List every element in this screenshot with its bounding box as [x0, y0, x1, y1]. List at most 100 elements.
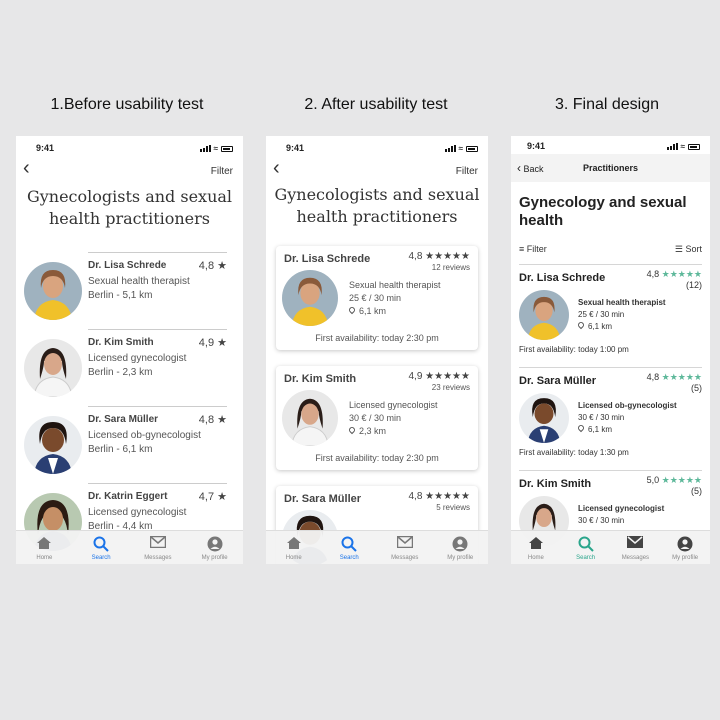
- specialty: Sexual health therapist: [578, 298, 666, 307]
- rating: 4,8 ★: [198, 414, 227, 426]
- tab-home[interactable]: Home: [266, 531, 322, 564]
- home-icon: [37, 537, 52, 549]
- price: 25 € / 30 min: [349, 293, 402, 303]
- tab-messages[interactable]: Messages: [377, 531, 433, 564]
- tab-profile[interactable]: My profile: [433, 531, 489, 564]
- avatar: [519, 393, 569, 443]
- tab-profile[interactable]: My profile: [186, 531, 243, 564]
- divider: [88, 483, 227, 484]
- sort-button[interactable]: ☰ Sort: [675, 244, 702, 255]
- filter-button[interactable]: Filter: [211, 166, 233, 177]
- review-count: 5 reviews: [436, 503, 470, 512]
- back-chevron-icon[interactable]: ‹: [273, 158, 280, 178]
- tab-search[interactable]: Search: [73, 531, 130, 564]
- status-bar: 9:41 ≈: [16, 143, 243, 155]
- signal-icon: [444, 145, 456, 152]
- tab-label: My profile: [201, 555, 228, 561]
- location: Berlin - 5,1 km: [88, 290, 153, 301]
- distance: 6,1 km: [588, 322, 613, 331]
- doctor-card[interactable]: Dr. Kim Smith 4,9 ★★★★★ 23 reviews Licens…: [276, 366, 478, 470]
- specialty: Licensed ob-gynecologist: [578, 401, 677, 410]
- tab-search[interactable]: Search: [322, 531, 378, 564]
- tab-messages[interactable]: Messages: [611, 531, 661, 564]
- distance: 2,3 km: [359, 426, 387, 436]
- list-item[interactable]: Dr. Kim Smith 4,9 ★ Licensed gynecologis…: [24, 329, 227, 405]
- tab-messages[interactable]: Messages: [130, 531, 187, 564]
- doctor-name: Dr. Lisa Schrede: [88, 260, 167, 271]
- tab-label: Messages: [621, 555, 650, 561]
- back-chevron-icon[interactable]: ‹: [23, 158, 30, 178]
- rating-value: 4,8: [646, 372, 660, 382]
- mail-icon: [627, 536, 644, 548]
- distance-row: 6,1 km: [576, 320, 613, 331]
- page-title: Gynecologists and sexual health practiti…: [26, 187, 233, 228]
- doctor-card[interactable]: Dr. Lisa Schrede 4,8 ★★★★★ 12 reviews Sex…: [276, 246, 478, 350]
- doctor-name: Dr. Sara Müller: [284, 493, 362, 505]
- tab-label: My profile: [672, 555, 699, 561]
- specialty: Licensed gynecologist: [88, 507, 187, 518]
- doctor-name: Dr. Sara Müller: [88, 414, 159, 425]
- page-title: Gynecology and sexual health: [519, 194, 687, 229]
- doctor-card[interactable]: Dr. Sara Müller 4,8 ★★★★★ (5) Licensed ob…: [519, 367, 702, 467]
- wifi-icon: ≈: [680, 142, 685, 151]
- rating: 4,9 ★: [198, 337, 227, 349]
- avatar: [24, 262, 82, 320]
- rating-value: 4,8 ★★★★★: [408, 491, 470, 502]
- signal-icon: [199, 145, 211, 152]
- profile-icon: [207, 536, 223, 552]
- tab-profile[interactable]: My profile: [660, 531, 710, 564]
- review-count: 23 reviews: [431, 383, 470, 392]
- tab-home[interactable]: Home: [511, 531, 561, 564]
- location: Berlin - 2,3 km: [88, 367, 153, 378]
- distance: 6,1 km: [359, 306, 387, 316]
- availability: First availability: today 1:30 pm: [519, 448, 629, 457]
- profile-icon: [677, 536, 693, 552]
- specialty: Licensed gynecologist: [88, 353, 187, 364]
- doctor-card[interactable]: Dr. Lisa Schrede 4,8 ★★★★★ (12) Sexual he…: [519, 264, 702, 364]
- distance-row: 6,1 km: [576, 423, 612, 434]
- filter-button[interactable]: Filter: [456, 166, 478, 177]
- review-count: 12 reviews: [431, 263, 470, 272]
- tab-search[interactable]: Search: [561, 531, 611, 564]
- distance-row: 2,3 km: [347, 425, 387, 436]
- wifi-icon: ≈: [458, 144, 463, 153]
- rating: 4,8 ★★★★★ (12): [647, 269, 702, 291]
- mail-icon: [396, 536, 413, 548]
- tab-home[interactable]: Home: [16, 531, 73, 564]
- doctor-name: Dr. Lisa Schrede: [519, 272, 606, 284]
- rating: 4,8 ★★★★★ (5): [647, 372, 702, 394]
- rating: 4,9 ★★★★★ 23 reviews: [408, 371, 470, 393]
- availability: First availability: today 2:30 pm: [315, 333, 439, 343]
- tab-label: My profile: [447, 555, 474, 561]
- caption-after: 2. After usability test: [304, 96, 448, 113]
- signal-icon: [666, 143, 678, 150]
- tab-label: Messages: [144, 555, 172, 561]
- nav-bar: ‹ Back Practitioners: [511, 154, 710, 182]
- avatar: [282, 390, 338, 446]
- list-item[interactable]: Dr. Lisa Schrede 4,8 ★ Sexual health the…: [24, 252, 227, 328]
- tab-label: Search: [91, 555, 111, 561]
- list-item[interactable]: Dr. Sara Müller 4,8 ★ Licensed ob-gyneco…: [24, 406, 227, 482]
- wifi-icon: ≈: [213, 144, 218, 153]
- avatar: [519, 290, 569, 340]
- caption-final: 3. Final design: [554, 96, 660, 113]
- search-icon: [578, 536, 594, 552]
- rating-value: 4,8: [646, 269, 660, 279]
- battery-icon: [688, 143, 700, 150]
- tab-bar: Home Search Messages My profile: [16, 530, 243, 564]
- divider: [519, 470, 702, 471]
- status-time: 9:41: [36, 143, 55, 153]
- availability: First availability: today 2:30 pm: [315, 453, 439, 463]
- location-pin-icon: [576, 320, 586, 330]
- home-icon: [286, 537, 301, 549]
- filter-button[interactable]: ≡ Filter: [519, 244, 547, 254]
- review-count: (5): [691, 383, 702, 393]
- location: Berlin - 6,1 km: [88, 444, 153, 455]
- caption-before: 1.Before usability test: [50, 96, 204, 113]
- rating: 4,7 ★: [198, 491, 227, 503]
- search-icon: [93, 536, 109, 552]
- availability: First availability: today 1:00 pm: [519, 345, 629, 354]
- rating: 4,8 ★: [198, 260, 227, 272]
- doctor-name: Dr. Kim Smith: [519, 478, 592, 490]
- battery-icon: [466, 145, 478, 152]
